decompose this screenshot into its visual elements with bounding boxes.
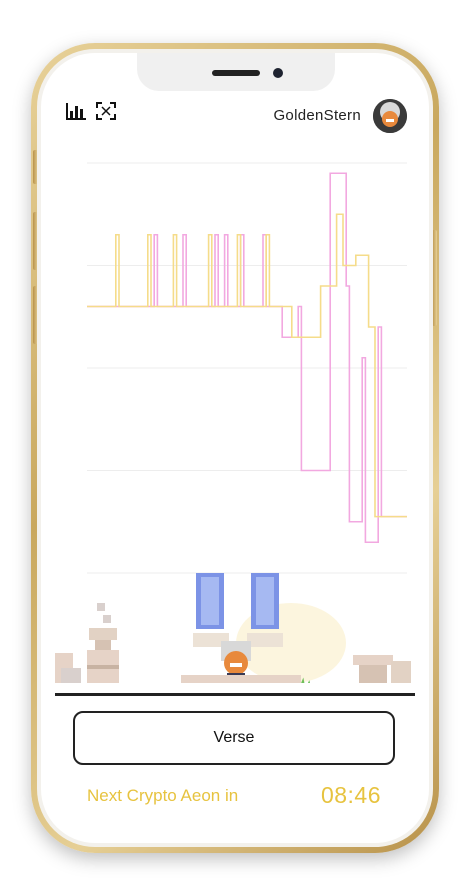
price-chart — [87, 162, 407, 574]
fullscreen-icon[interactable] — [95, 101, 117, 121]
chart-series-line-1 — [87, 213, 407, 518]
pixel-scene-illustration — [55, 573, 411, 683]
username-label[interactable]: GoldenStern — [273, 107, 361, 124]
phone-screen: GoldenStern Verse Next Crypto Aeon in 08… — [41, 53, 429, 843]
phone-camera — [273, 68, 283, 78]
ground-line — [55, 693, 415, 696]
verse-button[interactable]: Verse — [73, 711, 395, 765]
next-aeon-label: Next Crypto Aeon in — [87, 786, 239, 805]
phone-notch — [137, 53, 335, 91]
aeon-countdown-timer: 08:46 — [320, 782, 381, 808]
avatar[interactable] — [373, 99, 407, 133]
bar-chart-icon[interactable] — [65, 101, 87, 121]
phone-speaker — [212, 70, 260, 76]
chart-series-line-0 — [87, 172, 407, 544]
